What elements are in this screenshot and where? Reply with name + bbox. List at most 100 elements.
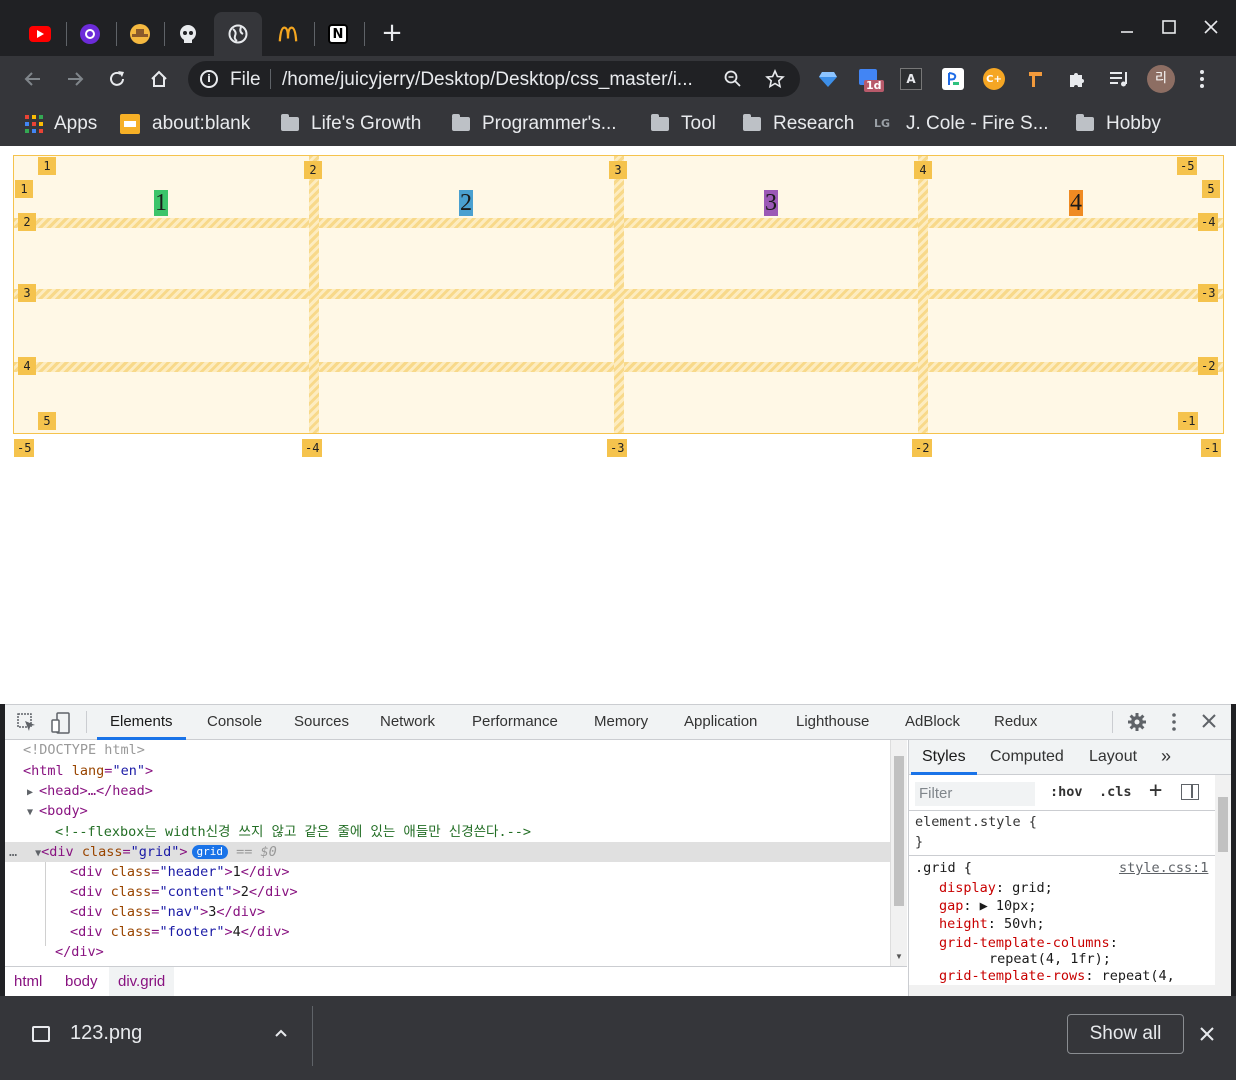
extensions-button[interactable]: [1066, 68, 1088, 90]
calendar-extension[interactable]: 1d: [858, 68, 884, 92]
forward-button[interactable]: [62, 66, 88, 92]
more-tabs-chevron-icon[interactable]: »: [1161, 746, 1171, 767]
zoom-icon[interactable]: [724, 70, 742, 93]
scroll-down-arrow-icon[interactable]: ▼: [895, 952, 903, 961]
inspect-element-icon[interactable]: [17, 713, 37, 738]
grid-item-content[interactable]: 2: [459, 190, 473, 216]
grid-item-footer[interactable]: 4: [1069, 190, 1083, 216]
dom-body-line[interactable]: ▼ <body>: [5, 801, 890, 821]
toggle-sidebar-icon[interactable]: [1181, 784, 1199, 800]
media-control-button[interactable]: [1108, 68, 1130, 90]
tab-sources[interactable]: Sources: [281, 705, 362, 740]
tab-console[interactable]: Console: [194, 705, 275, 740]
dom-comment-line[interactable]: <!--flexbox는 width신경 쓰지 않고 같은 줄에 있는 애들만 …: [5, 822, 890, 842]
styles-filter-input[interactable]: Filter: [915, 782, 1035, 806]
scrollbar-thumb[interactable]: [1218, 797, 1228, 852]
dom-doctype-line[interactable]: <!DOCTYPE html>: [5, 740, 890, 760]
coupon-extension[interactable]: C+: [983, 68, 1005, 90]
breadcrumb-body[interactable]: body: [56, 967, 107, 997]
dom-child-line[interactable]: <div class="footer">4</div>: [5, 922, 890, 942]
more-actions-icon[interactable]: …: [9, 844, 17, 860]
font-extension[interactable]: A: [900, 68, 922, 90]
tab-redux[interactable]: Redux: [981, 705, 1050, 740]
rule-source-link[interactable]: style.css:1: [1119, 859, 1208, 877]
dom-grid-div-line-selected[interactable]: … ▼<div class="grid"> grid == $0: [5, 842, 890, 862]
tab-lighthouse[interactable]: Lighthouse: [783, 705, 882, 740]
devtools-more-icon[interactable]: [1166, 712, 1182, 737]
dom-child-line[interactable]: <div class="nav">3</div>: [5, 902, 890, 922]
bookmark-about-blank[interactable]: about:blank: [120, 111, 250, 137]
css-grid-container[interactable]: 1 2 3 4: [13, 155, 1224, 434]
style-declaration[interactable]: display: grid;: [939, 879, 1053, 897]
grid-item-nav[interactable]: 3: [764, 190, 778, 216]
style-declaration[interactable]: gap: ▶ 10px;: [939, 897, 1037, 915]
dom-child-line[interactable]: <div class="content">2</div>: [5, 882, 890, 902]
download-item[interactable]: 123.png: [18, 1014, 308, 1058]
tab-adblock[interactable]: AdBlock: [892, 705, 973, 740]
tab-computed[interactable]: Computed: [979, 740, 1075, 775]
download-options-chevron-up-icon[interactable]: [274, 1026, 288, 1045]
collapse-triangle-icon[interactable]: ▼: [27, 807, 39, 818]
show-all-downloads-button[interactable]: Show all: [1067, 1014, 1184, 1054]
home-button[interactable]: [146, 66, 172, 92]
bookmark-jcole[interactable]: LG J. Cole - Fire S...: [874, 111, 1049, 137]
tab-notion[interactable]: N: [314, 12, 362, 56]
device-toolbar-icon[interactable]: [50, 712, 72, 739]
tab-active-local-file[interactable]: [214, 12, 262, 56]
cls-toggle[interactable]: .cls: [1099, 784, 1132, 800]
bookmark-folder-lifes-growth[interactable]: Life's Growth: [281, 111, 421, 137]
close-downloads-bar-icon[interactable]: [1200, 1027, 1214, 1046]
tab-mcdonalds[interactable]: [264, 12, 312, 56]
bookmark-apps[interactable]: Apps: [24, 111, 97, 137]
close-window-button[interactable]: [1198, 14, 1224, 40]
tab-application[interactable]: Application: [671, 705, 770, 740]
tab-elements[interactable]: Elements: [97, 705, 186, 740]
tab-performance[interactable]: Performance: [459, 705, 571, 740]
tab-circle-app[interactable]: [66, 12, 114, 56]
bookmark-folder-tool[interactable]: Tool: [651, 111, 716, 137]
bookmark-star-icon[interactable]: [765, 68, 785, 94]
site-info-icon[interactable]: i: [200, 70, 218, 88]
bookmark-folder-programmers[interactable]: Programmer's...: [452, 111, 617, 137]
tab-layout[interactable]: Layout: [1078, 740, 1148, 775]
tab-network[interactable]: Network: [367, 705, 448, 740]
browser-menu-button[interactable]: [1194, 68, 1210, 95]
new-style-rule-icon[interactable]: +: [1149, 778, 1162, 803]
dom-close-div-line[interactable]: </div>: [5, 942, 890, 962]
tab-styles[interactable]: Styles: [911, 740, 977, 775]
scrollbar-thumb[interactable]: [894, 756, 904, 906]
back-button[interactable]: [20, 66, 46, 92]
styles-scrollbar[interactable]: [1215, 775, 1231, 997]
dom-child-line[interactable]: <div class="header">1</div>: [5, 862, 890, 882]
dom-scrollbar[interactable]: ▼: [890, 740, 907, 966]
tab-memory[interactable]: Memory: [581, 705, 661, 740]
breadcrumb-html[interactable]: html: [5, 967, 51, 997]
bookmark-folder-research[interactable]: Research: [743, 111, 854, 137]
omnibox[interactable]: i File /home/juicyjerry/Desktop/Desktop/…: [188, 61, 800, 97]
hov-toggle[interactable]: :hov: [1050, 784, 1083, 800]
grid-overlay-badge[interactable]: grid: [191, 845, 229, 859]
diamond-extension[interactable]: [817, 68, 839, 90]
profile-avatar[interactable]: 리: [1147, 65, 1175, 93]
hammer-extension[interactable]: [1025, 68, 1047, 90]
expand-triangle-icon[interactable]: ▶: [27, 787, 39, 798]
style-declaration[interactable]: height: 50vh;: [939, 915, 1045, 933]
dom-head-line[interactable]: ▶ <head>…</head>: [5, 781, 890, 801]
element-style-selector[interactable]: element.style {: [915, 813, 1037, 831]
maximize-button[interactable]: [1156, 14, 1182, 40]
reload-button[interactable]: [104, 66, 130, 92]
tab-cowboy[interactable]: [116, 12, 164, 56]
style-declaration[interactable]: grid-template-rows: repeat(4,: [939, 967, 1175, 985]
tab-skull[interactable]: [164, 12, 212, 56]
minimize-button[interactable]: [1114, 14, 1140, 40]
grid-item-header[interactable]: 1: [154, 190, 168, 216]
new-tab-button[interactable]: +: [378, 20, 406, 48]
rule-selector[interactable]: .grid {: [915, 859, 972, 877]
papago-extension[interactable]: [942, 68, 964, 90]
tab-youtube[interactable]: [16, 12, 64, 56]
breadcrumb-div-grid[interactable]: div.grid: [109, 967, 175, 997]
bookmark-folder-hobby[interactable]: Hobby: [1076, 111, 1161, 137]
devtools-close-icon[interactable]: [1201, 713, 1217, 734]
dom-html-line[interactable]: <html lang="en">: [5, 761, 890, 781]
devtools-settings-gear-icon[interactable]: [1127, 712, 1147, 737]
